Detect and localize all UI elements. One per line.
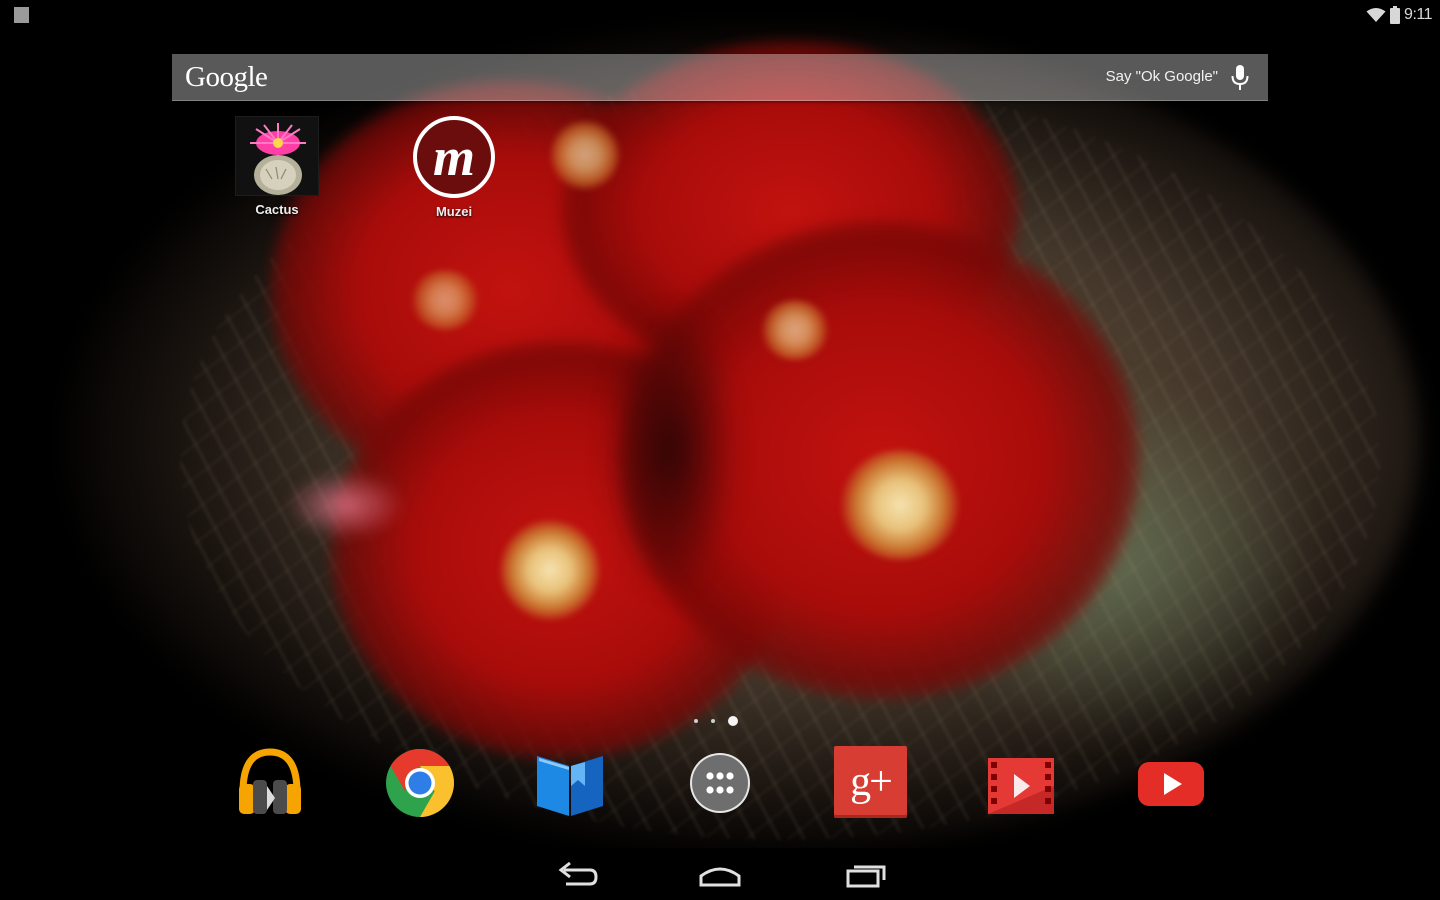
- google-search-bar[interactable]: Google Say "Ok Google": [172, 54, 1268, 101]
- muzei-glyph: m: [432, 127, 475, 187]
- page-dot-current: [728, 716, 738, 726]
- shortcut-muzei[interactable]: m Muzei: [389, 116, 519, 219]
- battery-icon: [1390, 6, 1401, 24]
- status-indicators: 9:11: [1366, 5, 1432, 25]
- wallpaper-flower-center: [500, 520, 600, 620]
- google-logo: Google: [185, 61, 268, 93]
- page-dot: [694, 719, 698, 723]
- chrome-icon[interactable]: [383, 746, 457, 820]
- wallpaper-bud: [285, 470, 405, 540]
- home-icon[interactable]: [695, 858, 745, 892]
- navigation-bar: [0, 848, 1440, 900]
- wallpaper-flower-center: [410, 270, 480, 330]
- app-drawer-icon[interactable]: [683, 746, 757, 820]
- recents-icon[interactable]: [842, 858, 892, 892]
- play-movies-icon[interactable]: [984, 746, 1058, 820]
- wallpaper-flower-center: [840, 450, 960, 560]
- page-indicator: [694, 716, 738, 726]
- google-plus-glyph: g+: [850, 759, 893, 805]
- status-bar[interactable]: 9:11: [0, 0, 1440, 30]
- page-dot: [711, 719, 715, 723]
- muzei-icon: m: [413, 116, 495, 198]
- status-time: 9:11: [1404, 6, 1432, 23]
- wallpaper-flower-center: [550, 120, 620, 190]
- google-plus-icon[interactable]: g+: [834, 746, 907, 818]
- voice-search-hint: Say "Ok Google": [1105, 68, 1218, 85]
- play-books-icon[interactable]: [533, 746, 607, 820]
- shortcut-label: Muzei: [435, 204, 473, 219]
- mic-icon[interactable]: [1230, 65, 1250, 91]
- cactus-icon: [235, 116, 319, 196]
- shortcut-cactus[interactable]: Cactus: [212, 116, 342, 217]
- wallpaper-flower-center: [760, 300, 830, 360]
- wifi-icon: [1366, 8, 1386, 22]
- play-music-icon[interactable]: [233, 746, 307, 820]
- notification-icon: [14, 7, 29, 23]
- youtube-icon[interactable]: [1134, 746, 1208, 820]
- wallpaper-shadow: [600, 300, 740, 600]
- shortcut-label: Cactus: [255, 202, 299, 217]
- back-icon[interactable]: [552, 858, 602, 892]
